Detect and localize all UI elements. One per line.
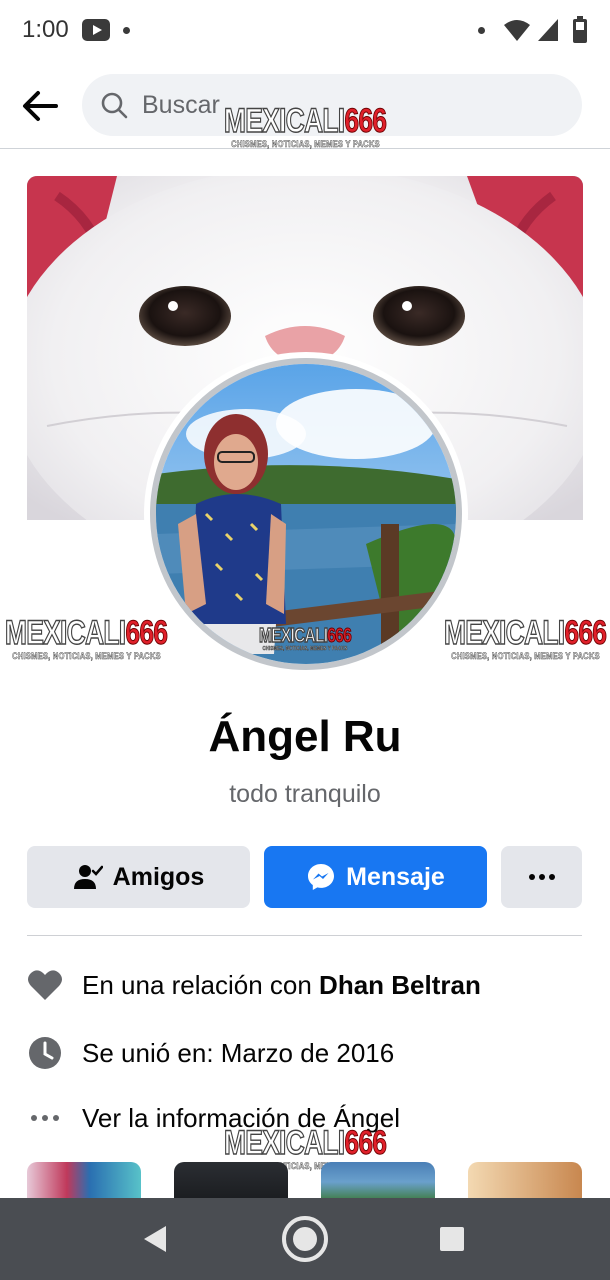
- person-check-icon: [73, 865, 103, 889]
- joined-text: Se unió en: Marzo de 2016: [82, 1037, 395, 1068]
- message-button[interactable]: Mensaje: [264, 846, 487, 908]
- info-joined: Se unió en: Marzo de 2016: [27, 1031, 587, 1075]
- arrow-left-icon: [23, 91, 58, 121]
- nav-home-icon[interactable]: [281, 1215, 329, 1263]
- nav-back-icon[interactable]: [140, 1224, 170, 1254]
- photo-thumbnail[interactable]: [174, 1162, 288, 1202]
- heart-icon: [28, 970, 62, 1000]
- wifi-icon: [504, 20, 530, 41]
- back-button[interactable]: [18, 84, 62, 128]
- nav-recents-icon[interactable]: [439, 1226, 465, 1252]
- notification-dot-icon: [123, 27, 130, 34]
- watermark-logo: MEXICALI666 CHISMES, NOTICIAS, MEMES Y P…: [223, 102, 387, 149]
- system-navigation-bar: [0, 1198, 610, 1280]
- message-button-label: Mensaje: [346, 862, 445, 891]
- cellular-signal-icon: [538, 19, 558, 41]
- messenger-icon: [308, 864, 335, 890]
- friends-button-label: Amigos: [112, 862, 205, 891]
- profile-photo-image: [156, 364, 456, 664]
- search-icon: [101, 92, 128, 119]
- watermark-logo: MEXICALI666 CHISMES, NOTICIAS, MEMES Y P…: [443, 614, 607, 661]
- battery-icon: [573, 16, 587, 43]
- more-dots-icon: [528, 874, 555, 880]
- youtube-notification-icon: [82, 19, 110, 41]
- info-relationship: En una relación con Dhan Beltran: [27, 963, 587, 1007]
- profile-name: Ángel Ru: [208, 712, 402, 761]
- photo-thumbnail[interactable]: [27, 1162, 141, 1202]
- status-time: 1:00: [22, 16, 69, 43]
- relationship-text: En una relación con: [82, 969, 320, 1000]
- watermark-logo: MEXICALI666 CHISMES, NOTICIAS, MEMES Y P…: [258, 625, 352, 652]
- notification-dot-icon: [478, 27, 485, 34]
- status-bar: 1:00: [0, 0, 610, 62]
- clock-icon: [29, 1037, 61, 1069]
- more-dots-icon: [31, 1115, 59, 1121]
- photo-thumbnail[interactable]: [321, 1162, 435, 1202]
- photo-thumbnail[interactable]: [468, 1162, 582, 1202]
- more-options-button[interactable]: [501, 846, 582, 908]
- relationship-partner-link[interactable]: Dhan Beltran: [319, 970, 481, 1001]
- watermark-logo: MEXICALI666 CHISMES, NOTICIAS, MEMES Y P…: [4, 614, 168, 661]
- section-divider: [27, 935, 582, 936]
- friends-button[interactable]: Amigos: [27, 846, 250, 908]
- profile-bio: todo tranquilo: [229, 780, 381, 808]
